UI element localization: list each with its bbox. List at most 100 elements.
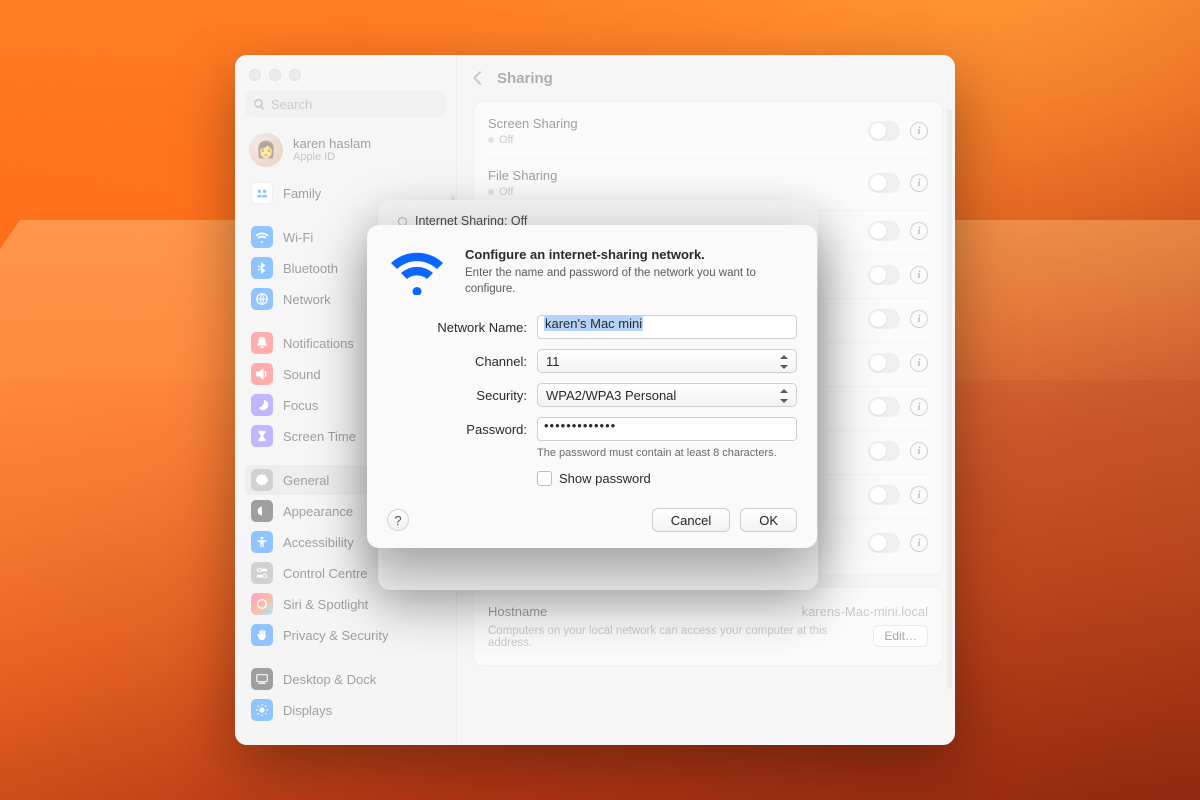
chevron-updown-icon <box>778 388 790 404</box>
gear-icon <box>251 469 273 491</box>
network-icon <box>251 288 273 310</box>
hostname-desc: Computers on your local network can acce… <box>488 625 863 649</box>
brightness-icon <box>251 699 273 721</box>
label-password: Password: <box>387 422 527 437</box>
sidebar-item-label: Appearance <box>283 504 353 519</box>
search-input[interactable]: Search <box>245 91 446 117</box>
wifi-icon <box>251 226 273 248</box>
label-channel: Channel: <box>387 354 527 369</box>
label-network-name: Network Name: <box>387 320 527 335</box>
minimize-icon[interactable] <box>269 69 281 81</box>
bluetooth-icon <box>251 257 273 279</box>
search-icon <box>253 98 266 111</box>
user-name: karen haslam <box>293 137 371 152</box>
avatar: 👩 <box>249 133 283 167</box>
sound-icon <box>251 363 273 385</box>
page-title: Sharing <box>497 70 553 87</box>
dialog-form: Network Name: karen's Mac mini Channel: … <box>387 315 797 486</box>
toggle[interactable] <box>868 397 900 417</box>
toggle[interactable] <box>868 353 900 373</box>
sidebar-item-label: Displays <box>283 703 332 718</box>
toggle[interactable] <box>868 441 900 461</box>
content-scrollbar[interactable] <box>947 109 952 689</box>
toggle[interactable] <box>868 221 900 241</box>
sidebar-item-label: Desktop & Dock <box>283 672 376 687</box>
sidebar-item-label: Screen Time <box>283 429 356 444</box>
hostname-value: karens-Mac-mini.local <box>802 604 928 619</box>
hourglass-icon <box>251 425 273 447</box>
sidebar-item-label: Sound <box>283 367 321 382</box>
sidebar-item-label: Siri & Spotlight <box>283 597 368 612</box>
info-icon[interactable]: i <box>910 174 928 192</box>
network-name-input[interactable]: karen's Mac mini <box>537 315 797 339</box>
sidebar-item-label: Notifications <box>283 336 354 351</box>
sidebar-item-label: Privacy & Security <box>283 628 388 643</box>
ok-button[interactable]: OK <box>740 508 797 532</box>
security-select[interactable]: WPA2/WPA3 Personal <box>537 383 797 407</box>
channel-select[interactable]: 11 <box>537 349 797 373</box>
sidebar-item-label: Bluetooth <box>283 261 338 276</box>
sidebar-item-label: Accessibility <box>283 535 354 550</box>
sidebar-item-privacy-security[interactable]: Privacy & Security <box>245 620 446 650</box>
hostname-label: Hostname <box>488 604 547 619</box>
dock-icon <box>251 668 273 690</box>
toggle[interactable] <box>868 533 900 553</box>
family-icon <box>251 182 273 204</box>
bell-icon <box>251 332 273 354</box>
sidebar-user[interactable]: 👩 karen haslam Apple ID <box>245 127 446 177</box>
zoom-icon[interactable] <box>289 69 301 81</box>
sidebar-item-label: Focus <box>283 398 318 413</box>
configure-network-dialog: Configure an internet-sharing network. E… <box>367 225 817 548</box>
toggle[interactable] <box>868 309 900 329</box>
appearance-icon <box>251 500 273 522</box>
info-icon[interactable]: i <box>910 442 928 460</box>
hostname-panel: Hostname karens-Mac-mini.local Computers… <box>473 587 943 666</box>
sidebar-item-siri-spotlight[interactable]: Siri & Spotlight <box>245 589 446 619</box>
info-icon[interactable]: i <box>910 310 928 328</box>
siri-icon <box>251 593 273 615</box>
help-button[interactable]: ? <box>387 509 409 531</box>
edit-button[interactable]: Edit… <box>873 625 928 647</box>
window-controls <box>235 65 456 91</box>
moon-icon <box>251 394 273 416</box>
info-icon[interactable]: i <box>910 486 928 504</box>
status-dot-icon <box>488 189 494 195</box>
password-input[interactable]: ••••••••••••• <box>537 417 797 441</box>
back-button[interactable] <box>473 71 487 85</box>
show-password-label: Show password <box>559 471 651 486</box>
info-icon[interactable]: i <box>910 398 928 416</box>
info-icon[interactable]: i <box>910 122 928 140</box>
sidebar-item-label: General <box>283 473 329 488</box>
hand-icon <box>251 624 273 646</box>
info-icon[interactable]: i <box>910 222 928 240</box>
accessibility-icon <box>251 531 273 553</box>
cancel-button[interactable]: Cancel <box>652 508 730 532</box>
sidebar-item-desktop-dock[interactable]: Desktop & Dock <box>245 664 446 694</box>
sidebar-item-label: Family <box>283 186 321 201</box>
dialog-subtitle: Enter the name and password of the netwo… <box>465 266 775 297</box>
password-hint: The password must contain at least 8 cha… <box>537 447 797 459</box>
toggle[interactable] <box>868 485 900 505</box>
show-password-checkbox[interactable] <box>537 471 552 486</box>
label-security: Security: <box>387 388 527 403</box>
status-dot-icon <box>488 137 494 143</box>
sidebar-item-label: Control Centre <box>283 566 368 581</box>
toggle[interactable] <box>868 121 900 141</box>
search-placeholder: Search <box>271 97 312 112</box>
info-icon[interactable]: i <box>910 266 928 284</box>
wifi-icon <box>387 247 447 295</box>
info-icon[interactable]: i <box>910 534 928 552</box>
toggle[interactable] <box>868 265 900 285</box>
close-icon[interactable] <box>249 69 261 81</box>
chevron-updown-icon <box>778 354 790 370</box>
row-screen-sharing[interactable]: Screen Sharing Off i <box>474 106 942 158</box>
dialog-title: Configure an internet-sharing network. <box>465 247 775 262</box>
toggle[interactable] <box>868 173 900 193</box>
user-sub: Apple ID <box>293 151 371 163</box>
info-icon[interactable]: i <box>910 354 928 372</box>
sidebar-item-displays[interactable]: Displays <box>245 695 446 725</box>
sidebar-item-label: Wi-Fi <box>283 230 313 245</box>
content-header: Sharing <box>457 55 943 101</box>
sidebar-item-label: Network <box>283 292 331 307</box>
sliders-icon <box>251 562 273 584</box>
